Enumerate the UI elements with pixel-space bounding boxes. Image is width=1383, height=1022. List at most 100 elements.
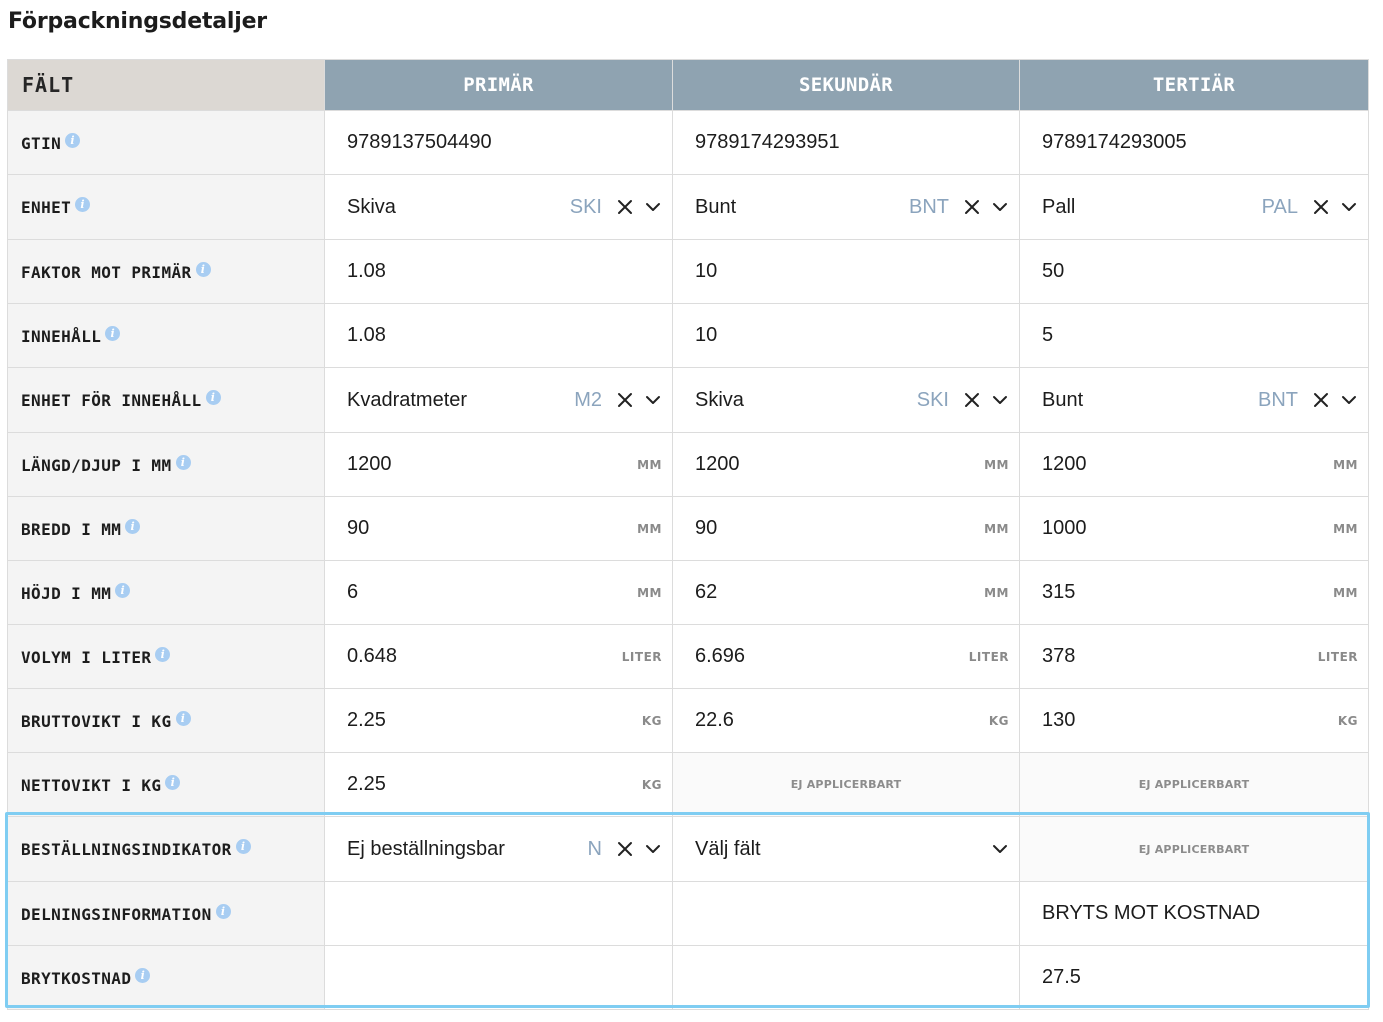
table-row: LÄNGD/DJUP I MM i 1200 MM 1200 MM 1200 MM — [7, 432, 1369, 497]
select-value: Skiva — [347, 195, 396, 218]
empty-cell[interactable] — [672, 945, 1020, 1010]
value-input-with-unit[interactable]: 1200 MM — [672, 432, 1020, 497]
row-label-text: DELNINGSINFORMATION — [21, 904, 212, 924]
info-icon[interactable]: i — [175, 710, 191, 726]
value-input[interactable]: 5 — [1019, 303, 1369, 368]
row-label: BREDD I MM i — [7, 496, 325, 561]
info-icon[interactable]: i — [75, 197, 91, 212]
value-text: 1200 — [1042, 453, 1087, 475]
value-text: 378 — [1042, 645, 1076, 667]
select-dropdown[interactable]: Skiva SKI — [672, 367, 1020, 433]
info-icon[interactable]: i — [235, 839, 251, 854]
value-input[interactable]: BRYTS MOT KOSTNAD — [1019, 881, 1369, 946]
chevron-down-icon[interactable] — [991, 840, 1009, 858]
select-dropdown[interactable]: Ej beställningsbar N — [324, 816, 673, 882]
row-label-text: INNEHÅLL — [21, 326, 102, 346]
info-icon[interactable]: i — [195, 261, 211, 277]
value-input-with-unit[interactable]: 6 MM — [324, 560, 673, 625]
chevron-down-icon[interactable] — [644, 198, 662, 216]
info-icon[interactable]: i — [205, 390, 221, 405]
chevron-down-icon[interactable] — [644, 391, 662, 409]
info-icon[interactable]: i — [215, 903, 231, 919]
clear-icon[interactable] — [1312, 391, 1330, 409]
value-input[interactable]: 50 — [1019, 239, 1369, 304]
select-dropdown[interactable]: Skiva SKI — [324, 174, 673, 240]
value-text: 130 — [1042, 709, 1076, 731]
chevron-down-icon[interactable] — [1340, 198, 1358, 216]
value-input[interactable]: 1.08 — [324, 239, 673, 304]
value-input[interactable]: 9789174293951 — [672, 110, 1020, 175]
value-input-with-unit[interactable]: 1200 MM — [1019, 432, 1369, 497]
empty-cell[interactable] — [672, 881, 1020, 946]
empty-cell[interactable] — [324, 881, 673, 946]
packaging-details-table: FÄLT PRIMÄR SEKUNDÄR TERTIÄR GTIN i 978913… — [7, 59, 1369, 1010]
row-label-text: BRUTTOVIKT I KG — [21, 711, 172, 731]
info-icon[interactable]: i — [115, 582, 131, 598]
clear-icon[interactable] — [616, 391, 634, 409]
table-row: BRYTKOSTNAD i 27.5 — [7, 945, 1369, 1010]
chevron-down-icon[interactable] — [644, 840, 662, 858]
chevron-down-icon[interactable] — [1340, 391, 1358, 409]
value-input-with-unit[interactable]: 2.25 KG — [324, 688, 673, 753]
info-icon[interactable]: i — [105, 325, 121, 341]
chevron-down-icon[interactable] — [991, 198, 1009, 216]
value-input-with-unit[interactable]: 22.6 KG — [672, 688, 1020, 753]
value-input[interactable]: 9789174293005 — [1019, 110, 1369, 175]
unit-label: LITER — [968, 649, 1009, 664]
clear-icon[interactable] — [963, 198, 981, 216]
value-input-with-unit[interactable]: 378 LITER — [1019, 624, 1369, 689]
row-label: FAKTOR MOT PRIMÄR i — [7, 239, 325, 304]
table-row: ENHET i Skiva SKI Bunt BNT Pall PAL — [7, 174, 1369, 240]
clear-icon[interactable] — [616, 198, 634, 216]
select-code: N — [587, 837, 602, 860]
value-input-with-unit[interactable]: 315 MM — [1019, 560, 1369, 625]
table-row: VOLYM I LITER i 0.648 LITER 6.696 LITER 378 LIT… — [7, 624, 1369, 689]
value-input[interactable]: 10 — [672, 303, 1020, 368]
row-label-text: ENHET — [21, 198, 72, 217]
value-input[interactable]: 27.5 — [1019, 945, 1369, 1010]
info-icon[interactable]: i — [175, 454, 191, 470]
select-dropdown[interactable]: Bunt BNT — [672, 174, 1020, 240]
unit-label: MM — [1333, 521, 1358, 536]
value-input-with-unit[interactable]: 1000 MM — [1019, 496, 1369, 561]
select-dropdown[interactable]: Bunt BNT — [1019, 367, 1369, 433]
select-code: PAL — [1261, 195, 1298, 218]
unit-label: MM — [984, 585, 1009, 600]
unit-label: MM — [637, 457, 662, 472]
select-dropdown[interactable]: Pall PAL — [1019, 174, 1369, 240]
select-dropdown[interactable]: Kvadratmeter M2 — [324, 367, 673, 433]
value-input-with-unit[interactable]: 1200 MM — [324, 432, 673, 497]
row-label: DELNINGSINFORMATION i — [7, 881, 325, 946]
clear-icon[interactable] — [616, 840, 634, 858]
info-icon[interactable]: i — [135, 967, 151, 983]
select-dropdown[interactable]: Välj fält — [672, 816, 1020, 882]
empty-cell[interactable] — [324, 945, 673, 1010]
value-text: 90 — [695, 517, 718, 539]
select-code: BNT — [1258, 388, 1298, 411]
value-input-with-unit[interactable]: 130 KG — [1019, 688, 1369, 753]
value-input-with-unit[interactable]: 90 MM — [324, 496, 673, 561]
info-icon[interactable]: i — [65, 132, 81, 148]
row-label-text: ENHET FÖR INNEHÅLL — [21, 391, 202, 410]
select-code: M2 — [574, 388, 602, 411]
value-input-with-unit[interactable]: 0.648 LITER — [324, 624, 673, 689]
value-input-with-unit[interactable]: 62 MM — [672, 560, 1020, 625]
info-icon[interactable]: i — [155, 646, 171, 662]
value-input[interactable]: 9789137504490 — [324, 110, 673, 175]
clear-icon[interactable] — [1312, 198, 1330, 216]
chevron-down-icon[interactable] — [991, 391, 1009, 409]
info-icon[interactable]: i — [165, 774, 181, 790]
value-text: 2.25 — [347, 773, 386, 795]
clear-icon[interactable] — [963, 391, 981, 409]
value-input-with-unit[interactable]: 90 MM — [672, 496, 1020, 561]
row-label-text: NETTOVIKT I KG — [21, 775, 162, 795]
unit-label: MM — [637, 521, 662, 536]
select-value: Bunt — [695, 195, 737, 218]
value-input[interactable]: 1.08 — [324, 303, 673, 368]
value-input-with-unit[interactable]: 2.25 KG — [324, 752, 673, 817]
info-icon[interactable]: i — [125, 518, 141, 534]
value-input-with-unit[interactable]: 6.696 LITER — [672, 624, 1020, 689]
table-row: ENHET FÖR INNEHÅLL i Kvadratmeter M2 Skiva SK… — [7, 367, 1369, 433]
value-input[interactable]: 10 — [672, 239, 1020, 304]
select-value: Kvadratmeter — [347, 388, 468, 411]
